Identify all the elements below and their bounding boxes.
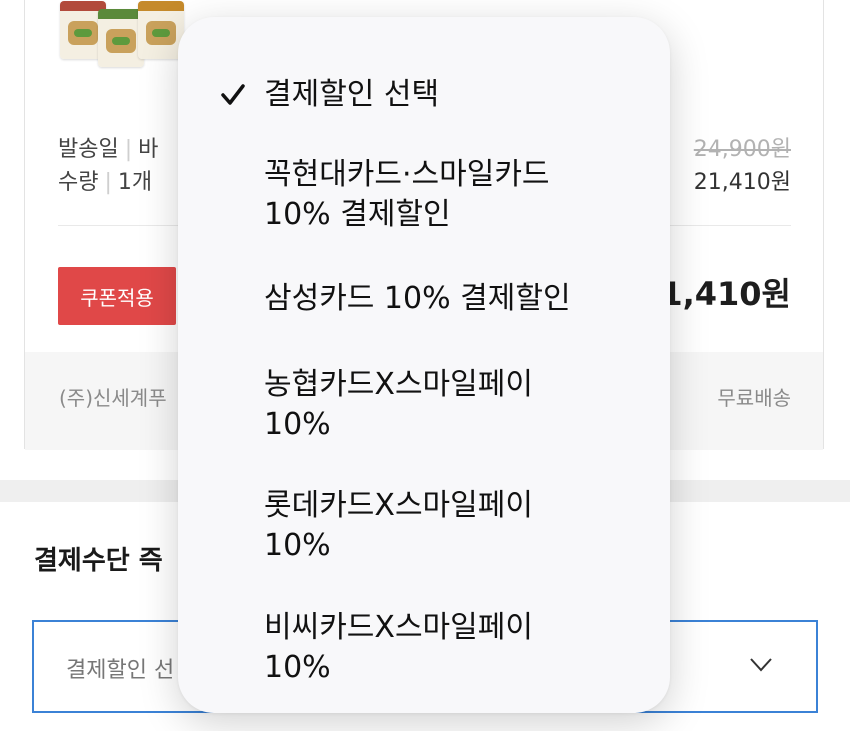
option-nonghyup-card[interactable]: 농협카드X스마일페이 10% (264, 365, 654, 445)
product-thumbnail[interactable] (60, 1, 184, 69)
order-info: 발송일 | 바 수량 | 1개 (58, 133, 158, 199)
total-price: 1,410원 (660, 275, 791, 313)
payment-section-title: 결제수단 즉 (34, 546, 163, 576)
option-none-selected[interactable]: 결제할인 선택 (264, 75, 654, 115)
checkmark-icon (221, 84, 245, 105)
apply-coupon-button[interactable]: 쿠폰적용 (58, 267, 176, 325)
separator: | (104, 170, 112, 195)
separator: | (124, 137, 133, 162)
sale-price: 21,410원 (693, 170, 791, 195)
discount-options-popover: 결제할인 선택 꼭현대카드·스마일카드 10% 결제할인 삼성카드 10% 결제… (178, 17, 670, 713)
option-bc-card[interactable]: 비씨카드X스마일페이 10% (264, 608, 654, 688)
ship-date-label: 발송일 (58, 137, 119, 162)
price-block: 24,900원 21,410원 (694, 133, 791, 199)
quantity-value: 1개 (117, 170, 153, 195)
option-samsung-card[interactable]: 삼성카드 10% 결제할인 (264, 279, 654, 319)
shipping-fee: 무료배송 (717, 386, 791, 410)
quantity-label: 수량 (58, 170, 99, 195)
quantity-row: 수량 | 1개 (58, 166, 158, 199)
ship-date-row: 발송일 | 바 (58, 133, 158, 166)
original-price: 24,900원 (693, 137, 791, 162)
ship-date-value: 바 (138, 137, 159, 162)
seller-name: (주)신세계푸 (59, 386, 167, 410)
chevron-down-icon (750, 658, 772, 672)
select-value: 결제할인 선 (66, 658, 175, 683)
option-hyundai-smile-card[interactable]: 꼭현대카드·스마일카드 10% 결제할인 (264, 155, 654, 235)
option-lotte-card[interactable]: 롯데카드X스마일페이 10% (264, 486, 654, 566)
